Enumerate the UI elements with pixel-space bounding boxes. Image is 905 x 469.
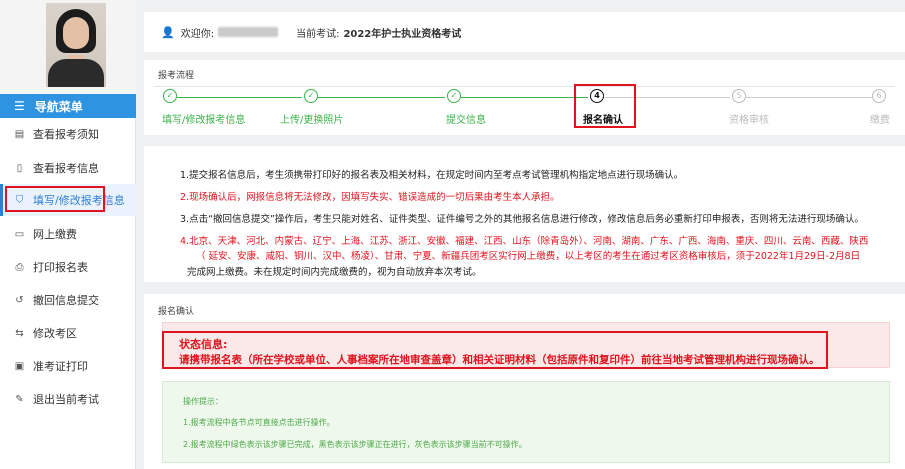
highlight-box — [162, 331, 828, 369]
sidebar-item-label: 准考证打印 — [33, 360, 88, 373]
step-1-check-icon[interactable]: ✓ — [163, 89, 177, 103]
notice-3: 3.点击“撤回信息提交”操作后，考生只能对姓名、证件类型、证件编号之外的其他报名… — [180, 214, 864, 225]
step-connector — [461, 97, 588, 98]
monitor-icon: ▣ — [14, 360, 25, 372]
notice-icon: ▤ — [14, 128, 25, 140]
avatar-container — [0, 0, 136, 94]
sidebar-item-label: 撤回信息提交 — [33, 294, 99, 307]
sidebar-item-payment[interactable]: ▭ 网上缴费 — [0, 218, 136, 250]
print-icon: ⎙ — [15, 261, 24, 273]
sidebar: ☰ 导航菜单 ▤ 查看报考须知 ▯ 查看报考信息 ⛉ 填写/修改报考信息 ▭ 网… — [0, 0, 136, 469]
sidebar-item-label: 查看报考须知 — [33, 128, 99, 141]
divider — [154, 86, 895, 87]
step-2-check-icon[interactable]: ✓ — [304, 89, 318, 103]
user-icon: 👤 — [161, 25, 175, 39]
highlight-box — [574, 84, 636, 128]
notice-4-line-1: 4.北京、天津、河北、内蒙古、辽宁、上海、江苏、浙江、安徽、福建、江西、山东（除… — [180, 236, 869, 247]
notice-4-line-2: （ 延安、安康、咸阳、铜川、汉中、杨凌）、甘肃、宁夏、新疆兵团考区实行网上缴费，… — [196, 251, 861, 262]
document-icon: ▯ — [16, 162, 23, 174]
sidebar-item-withdraw[interactable]: ↺ 撤回信息提交 — [0, 284, 136, 316]
notice-1: 1.提交报名信息后，考生须携带打印好的报名表及相关材料，在规定时间内至考点考试管… — [180, 170, 684, 181]
step-5-label: 资格审核 — [729, 115, 769, 126]
sidebar-item-view-info[interactable]: ▯ 查看报考信息 — [0, 152, 136, 184]
sidebar-item-exit-exam[interactable]: ✎ 退出当前考试 — [0, 383, 136, 415]
nav-header: ☰ 导航菜单 — [0, 94, 136, 118]
sidebar-item-change-area[interactable]: ⇆ 修改考区 — [0, 317, 136, 349]
sidebar-item-admission-ticket[interactable]: ▣ 准考证打印 — [0, 350, 136, 382]
welcome-label: 欢迎你: — [180, 28, 215, 40]
avatar — [46, 3, 106, 87]
step-connector — [318, 97, 445, 98]
flow-title: 报考流程 — [158, 71, 195, 81]
current-exam: 2022年护士执业资格考试 — [343, 28, 462, 40]
step-3-check-icon[interactable]: ✓ — [447, 89, 461, 103]
undo-icon: ↺ — [15, 294, 24, 306]
edit-icon: ✎ — [15, 393, 24, 405]
step-6-indicator: 6 — [872, 89, 886, 103]
card-icon: ▭ — [14, 228, 25, 240]
step-1-label[interactable]: 填写/修改报考信息 — [162, 111, 245, 126]
step-5-indicator: 5 — [732, 89, 746, 103]
highlight-box — [5, 186, 105, 212]
sidebar-item-label: 修改考区 — [33, 327, 77, 340]
tip-1: 1.报考流程中各节点可直接点击进行操作。 — [183, 418, 335, 427]
confirm-title: 报名确认 — [158, 307, 195, 317]
sidebar-item-label: 网上缴费 — [33, 228, 77, 241]
tip-2: 2.报考流程中绿色表示该步骤已完成，黑色表示该步骤正在进行，灰色表示该步骤当前不… — [183, 440, 527, 449]
swap-icon: ⇆ — [15, 327, 24, 339]
step-connector — [177, 97, 302, 98]
step-2-label[interactable]: 上传/更换照片 — [280, 111, 343, 126]
redacted-username — [218, 27, 279, 37]
step-connector — [746, 97, 872, 98]
sidebar-item-label: 查看报考信息 — [33, 162, 99, 175]
sidebar-item-label: 退出当前考试 — [33, 393, 99, 406]
menu-icon: ☰ — [14, 99, 25, 113]
step-6-label: 缴费 — [870, 115, 890, 126]
notice-4-line-3: 完成网上缴费。未在规定时间内完成缴费的，视为自动放弃本次考试。 — [187, 267, 482, 278]
notice-2: 2.现场确认后，网报信息将无法修改，因填写失实、错误造成的一切后果由考生本人承担… — [180, 192, 560, 203]
sidebar-item-notice[interactable]: ▤ 查看报考须知 — [0, 118, 136, 150]
sidebar-item-label: 打印报名表 — [33, 261, 88, 274]
user-bar: 👤 欢迎你: 当前考试: 2022年护士执业资格考试 — [144, 12, 905, 52]
tips-title: 操作提示： — [183, 397, 223, 406]
sidebar-item-print-form[interactable]: ⎙ 打印报名表 — [0, 251, 136, 283]
current-exam-label: 当前考试: — [296, 28, 340, 40]
step-3-label[interactable]: 提交信息 — [446, 111, 486, 126]
nav-header-label: 导航菜单 — [34, 99, 83, 114]
